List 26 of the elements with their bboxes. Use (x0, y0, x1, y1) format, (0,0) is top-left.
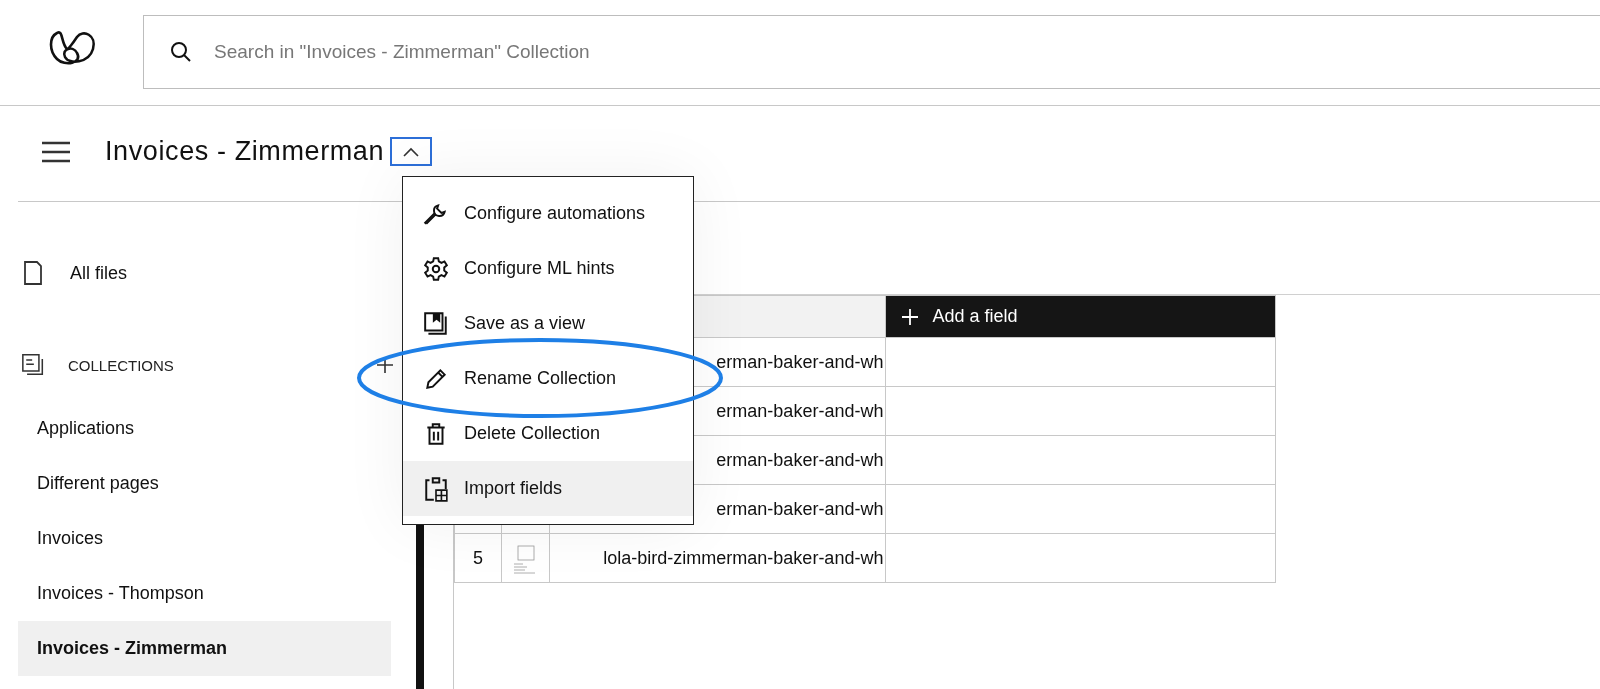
search-field[interactable]: Search in "Invoices - Zimmerman" Collection (143, 14, 1600, 89)
collection-item[interactable]: Invoices - Zimmerman (18, 621, 391, 676)
collection-item[interactable]: Applications (18, 401, 391, 456)
collection-title: Invoices - Zimmerman (105, 136, 385, 167)
collapse-button[interactable] (390, 137, 433, 166)
all-files-link[interactable]: All files (70, 262, 127, 284)
menu-icon[interactable] (42, 140, 70, 163)
gear-icon (423, 255, 449, 282)
collection-item[interactable]: Different pages (18, 456, 391, 511)
add-field-button[interactable]: Add a field (885, 295, 1276, 338)
collection-item[interactable]: Invoices - Thompson (18, 566, 391, 621)
menu-item[interactable]: Configure automations (403, 186, 693, 241)
file-name-cell: lola-bird-zimmerman-baker-and-wh (549, 533, 886, 583)
file-icon (22, 261, 44, 285)
menu-item[interactable]: Configure ML hints (403, 241, 693, 296)
caret-icon (403, 146, 420, 157)
collections-heading: COLLECTIONS (68, 356, 174, 374)
menu-item[interactable]: Import fields (403, 461, 693, 516)
search-icon (169, 39, 193, 64)
plus-icon (902, 308, 919, 325)
collections-icon (22, 353, 44, 377)
view-icon (423, 310, 449, 337)
collection-item[interactable]: Invoices (18, 511, 391, 566)
add-icon[interactable] (377, 357, 393, 373)
clipboard-icon (423, 475, 449, 502)
row-number-cell: 5 (454, 533, 502, 583)
